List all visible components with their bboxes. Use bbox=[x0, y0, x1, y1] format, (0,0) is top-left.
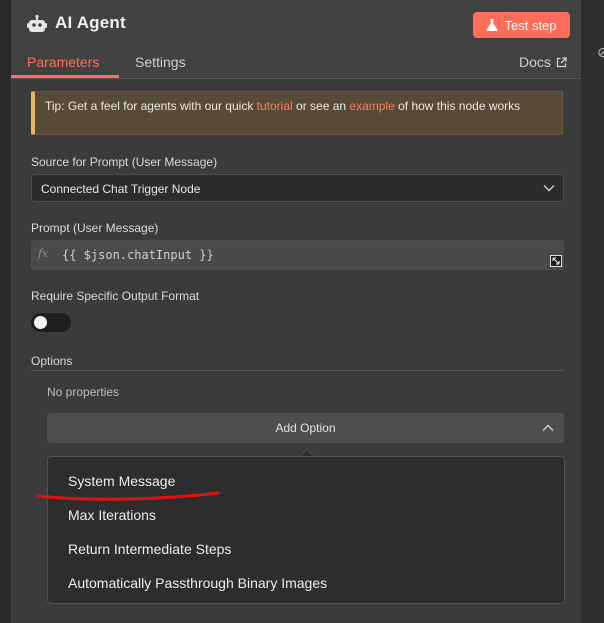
no-properties-text: No properties bbox=[47, 385, 120, 399]
add-option-button[interactable]: Add Option bbox=[47, 413, 564, 443]
node-title[interactable]: AI Agent bbox=[55, 13, 126, 33]
dropdown-item-max-iterations[interactable]: Max Iterations bbox=[68, 507, 156, 523]
tutorial-link[interactable]: tutorial bbox=[257, 99, 293, 113]
source-prompt-value: Connected Chat Trigger Node bbox=[41, 182, 201, 196]
options-divider bbox=[31, 370, 564, 371]
source-prompt-label: Source for Prompt (User Message) bbox=[31, 155, 218, 169]
output-format-toggle[interactable] bbox=[31, 313, 71, 332]
flask-icon bbox=[487, 19, 498, 31]
toggle-knob bbox=[34, 316, 47, 329]
robot-icon bbox=[27, 15, 47, 32]
dropdown-pointer-inner bbox=[301, 450, 313, 456]
options-label: Options bbox=[31, 354, 73, 368]
tip-suffix: of how this node works bbox=[394, 99, 521, 113]
tip-middle: or see an bbox=[292, 99, 350, 113]
partial-icon: ⊘ bbox=[597, 44, 604, 60]
fx-icon: fx bbox=[38, 247, 49, 260]
prompt-value: {{ $json.chatInput }} bbox=[62, 248, 214, 262]
external-link-icon bbox=[556, 56, 567, 67]
active-tab-indicator bbox=[11, 75, 119, 78]
expand-editor-icon[interactable] bbox=[550, 255, 562, 267]
source-prompt-select[interactable]: Connected Chat Trigger Node bbox=[31, 174, 564, 202]
docs-link[interactable]: Docs bbox=[519, 54, 567, 70]
node-panel: AI Agent Test step Parameters Settings D… bbox=[11, 0, 581, 623]
tab-parameters[interactable]: Parameters bbox=[27, 54, 99, 70]
add-option-label: Add Option bbox=[275, 421, 336, 435]
test-step-button[interactable]: Test step bbox=[473, 12, 570, 38]
chevron-down-icon bbox=[543, 185, 555, 192]
dropdown-item-return-intermediate-steps[interactable]: Return Intermediate Steps bbox=[68, 541, 231, 557]
test-step-label: Test step bbox=[504, 17, 557, 33]
chevron-up-icon bbox=[542, 424, 554, 431]
dropdown-item-passthrough-binary-images[interactable]: Automatically Passthrough Binary Images bbox=[68, 575, 327, 591]
tab-settings[interactable]: Settings bbox=[135, 54, 186, 70]
tip-callout: Tip: Get a feel for agents with our quic… bbox=[31, 91, 563, 135]
example-link[interactable]: example bbox=[349, 99, 394, 113]
tab-bar: Parameters Settings Docs bbox=[11, 48, 581, 79]
right-edge-strip bbox=[581, 0, 604, 623]
panel-header: AI Agent Test step bbox=[11, 0, 581, 48]
output-format-label: Require Specific Output Format bbox=[31, 289, 200, 303]
tip-prefix: Tip: Get a feel for agents with our quic… bbox=[45, 99, 257, 113]
prompt-expression-input[interactable]: fx {{ $json.chatInput }} bbox=[31, 240, 564, 270]
red-annotation-underline bbox=[36, 491, 220, 501]
add-option-dropdown: System Message Max Iterations Return Int… bbox=[47, 456, 565, 604]
docs-label: Docs bbox=[519, 54, 551, 70]
prompt-label: Prompt (User Message) bbox=[31, 221, 159, 235]
